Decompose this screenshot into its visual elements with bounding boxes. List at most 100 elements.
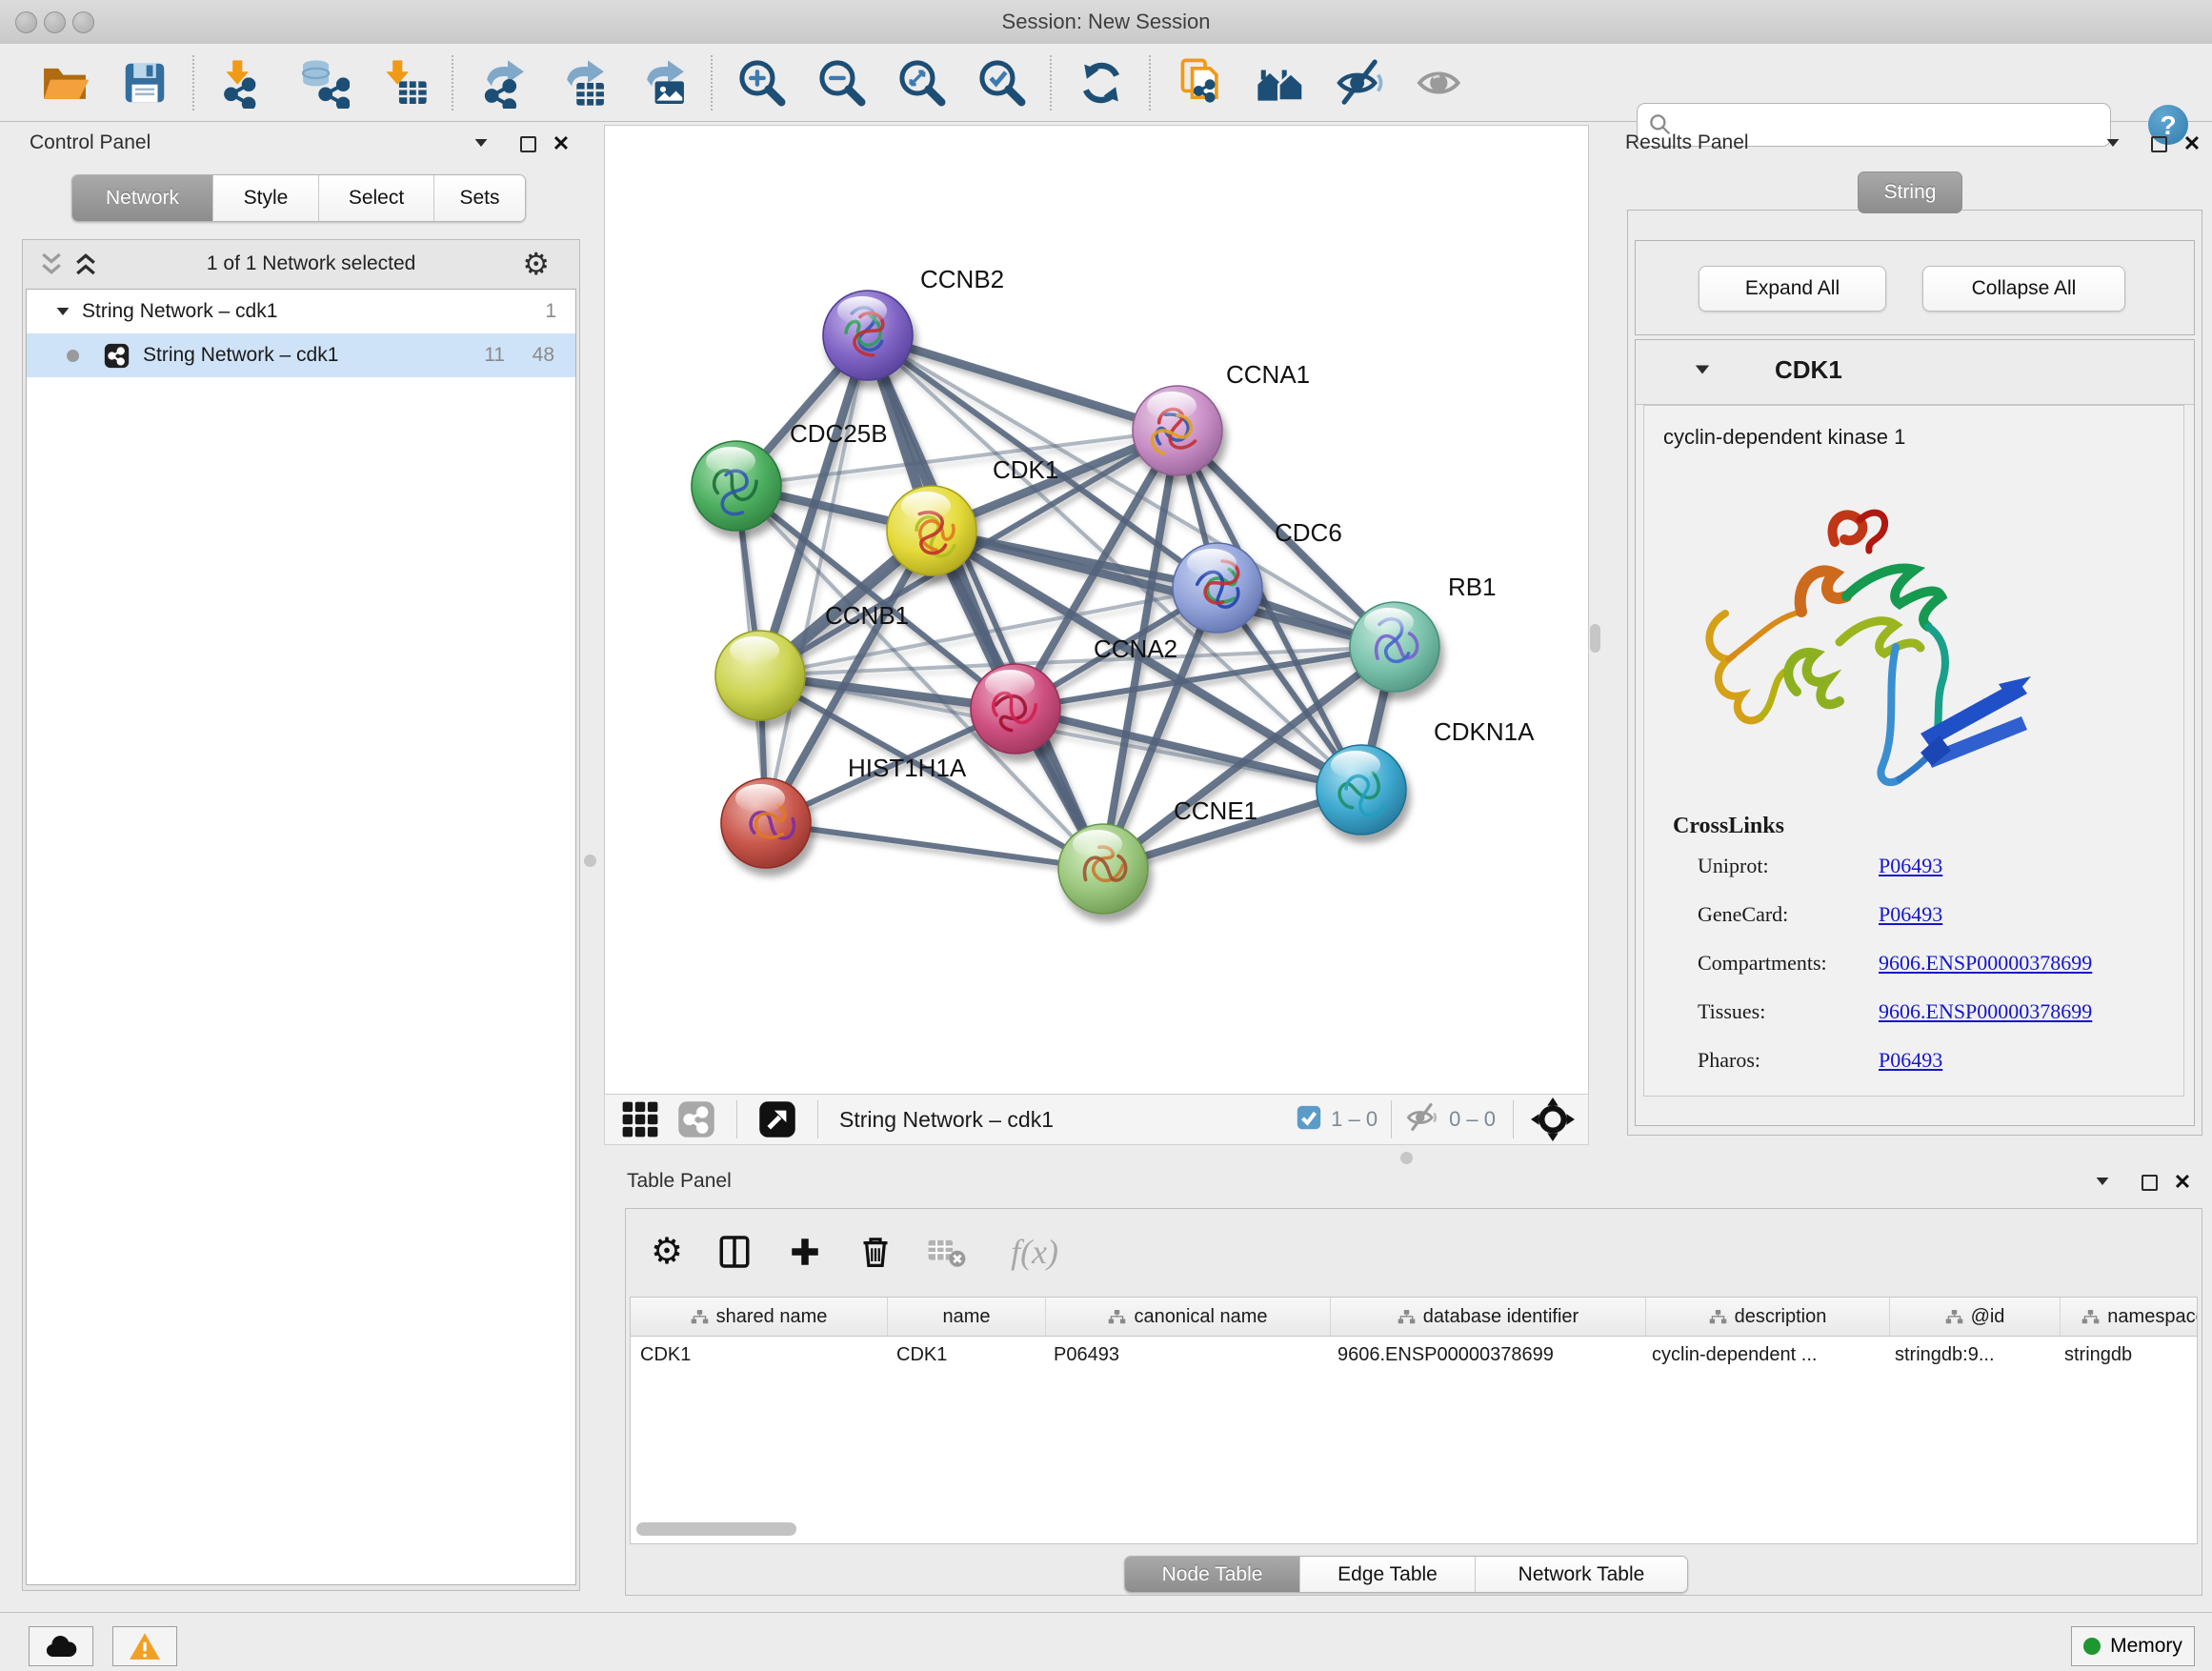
export-network-button[interactable] [463,51,543,114]
network-graph[interactable]: CCNB2CCNA1CDC25BCDK1CDC6RB1CCNB1CCNA2CDK… [605,126,1586,1093]
hidden-eye-slash-icon[interactable] [1405,1100,1439,1139]
warnings-button[interactable] [112,1626,177,1666]
birds-eye-view-icon[interactable] [758,1100,796,1138]
control-panel-menu-icon[interactable] [469,135,493,164]
function-builder-icon[interactable]: f(x) [1011,1232,1058,1272]
collapse-all-button[interactable]: Collapse All [1922,266,2125,312]
network-node-CDC25B[interactable] [692,441,781,531]
first-neighbors-button[interactable] [1240,51,1320,114]
network-row-selected[interactable]: String Network – cdk1 11 48 [27,333,575,377]
zoom-fit-button[interactable] [882,51,962,114]
expand-all-icon[interactable] [71,250,100,278]
zoom-out-button[interactable] [802,51,882,114]
collection-expand-icon[interactable] [57,308,70,315]
tab-string[interactable]: String [1858,171,1962,213]
bottom-splitter-handle[interactable] [1400,1152,1413,1164]
network-node-HIST1H1A[interactable] [721,778,811,868]
import-table-button[interactable] [364,51,444,114]
network-collection-row[interactable]: String Network – cdk1 1 [27,290,575,333]
table-panel-menu-icon[interactable] [2090,1174,2115,1202]
column-header-database-identifier[interactable]: database identifier [1331,1298,1646,1336]
right-splitter-handle[interactable] [1590,624,1600,653]
control-panel-close-icon[interactable]: ✕ [549,131,573,160]
grid-view-icon[interactable] [620,1099,660,1139]
node-label-CCNB2: CCNB2 [920,265,1004,293]
export-image-button[interactable] [623,51,703,114]
fit-selected-crosshair-icon[interactable] [1531,1097,1575,1141]
split-columns-icon[interactable] [715,1233,754,1271]
network-node-CCNA2[interactable] [971,664,1060,754]
export-table-button[interactable] [543,51,623,114]
column-header--id[interactable]: @id [1890,1298,2061,1336]
tab-edge-table[interactable]: Edge Table [1300,1557,1476,1592]
network-node-CDK1[interactable] [887,486,976,575]
tab-select[interactable]: Select [319,175,434,221]
memory-button[interactable]: Memory [2071,1626,2195,1666]
import-network-button[interactable] [204,51,284,114]
column-header-description[interactable]: description [1646,1298,1890,1336]
export-table-icon [557,57,609,109]
network-view-share-icon[interactable] [677,1100,715,1138]
tab-sets[interactable]: Sets [434,175,525,221]
results-panel-close-icon[interactable]: ✕ [2180,131,2204,160]
column-header-name[interactable]: name [888,1298,1046,1336]
zoom-fit-icon [896,57,948,109]
table-panel-float-icon[interactable] [2137,1175,2162,1203]
network-node-RB1[interactable] [1350,602,1439,692]
cell-shared-name: CDK1 [631,1344,887,1366]
open-file-button[interactable] [25,51,105,114]
edge-HIST1H1A-CCNE1[interactable] [766,823,1103,869]
column-header-shared-name[interactable]: shared name [631,1298,888,1336]
network-node-CDC6[interactable] [1173,543,1262,633]
network-options-gear-icon[interactable]: ⚙ [522,249,550,279]
show-all-button[interactable] [1400,51,1480,114]
apply-layout-button[interactable] [1061,51,1141,114]
collapse-all-icon[interactable] [37,250,66,278]
crosslink-link[interactable]: 9606.ENSP00000378699 [1879,951,2092,976]
expand-all-button[interactable]: Expand All [1699,266,1886,312]
control-panel-float-icon[interactable] [515,136,540,165]
current-network-title: String Network – cdk1 [839,1107,1054,1133]
hide-selected-button[interactable] [1320,51,1400,114]
tab-network[interactable]: Network [72,175,213,221]
zoom-selected-button[interactable] [962,51,1042,114]
table-panel-close-icon[interactable]: ✕ [2170,1170,2195,1198]
tab-style[interactable]: Style [213,175,319,221]
network-node-CCNE1[interactable] [1058,824,1148,914]
crosslink-link[interactable]: P06493 [1879,854,1942,878]
control-panel-tabs: NetworkStyleSelectSets [71,174,526,222]
crosslink-link[interactable]: P06493 [1879,1048,1942,1073]
crosslink-link[interactable]: P06493 [1879,902,1942,927]
selected-checkbox-icon[interactable] [1297,1105,1321,1135]
network-node-CCNB2[interactable] [823,291,913,380]
add-column-icon[interactable] [786,1233,824,1271]
save-session-button[interactable] [105,51,185,114]
results-panel-float-icon[interactable] [2146,136,2171,165]
network-node-CCNB1[interactable] [715,631,805,720]
gene-collapse-icon[interactable] [1696,366,1709,374]
tab-network-table[interactable]: Network Table [1476,1557,1687,1592]
table-options-gear-icon[interactable]: ⚙ [651,1234,683,1270]
zoom-in-button[interactable] [722,51,802,114]
gene-section-header[interactable]: CDK1 [1636,340,2194,405]
network-from-selection-button[interactable] [1160,51,1240,114]
column-header-namespace[interactable]: namespace [2061,1298,2198,1336]
network-node-CDKN1A[interactable] [1317,745,1406,835]
delete-table-icon[interactable] [927,1236,967,1268]
table-row[interactable]: CDK1CDK1P064939606.ENSP00000378699cyclin… [631,1337,2197,1373]
import-network-database-button[interactable] [284,51,364,114]
warning-icon [129,1631,161,1661]
delete-column-trash-icon[interactable] [856,1233,895,1271]
edge-CCNB2-CCNA1[interactable] [868,335,1177,431]
horizontal-scrollbar[interactable] [636,1522,796,1536]
network-canvas[interactable]: CCNB2CCNA1CDC25BCDK1CDC6RB1CCNB1CCNA2CDK… [604,125,1589,1096]
left-splitter-handle[interactable] [584,855,596,867]
network-label: String Network – cdk1 [143,344,338,367]
column-header-canonical-name[interactable]: canonical name [1046,1298,1331,1336]
crosslink-link[interactable]: 9606.ENSP00000378699 [1879,999,2092,1024]
network-node-CCNA1[interactable] [1133,386,1222,475]
tab-node-table[interactable]: Node Table [1125,1557,1300,1592]
cloud-button[interactable] [29,1626,93,1666]
shared-column-icon [1108,1308,1126,1326]
results-panel-menu-icon[interactable] [2101,135,2125,164]
